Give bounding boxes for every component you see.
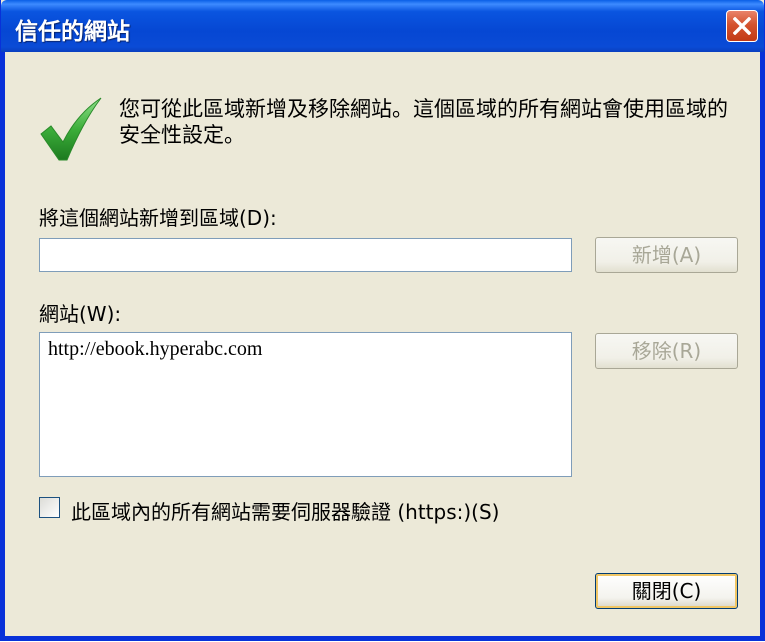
title-bar[interactable]: 信任的網站 [1,0,764,52]
sites-label: 網站(W): [39,302,122,326]
window-border-bottom [1,636,764,640]
trusted-sites-dialog: 信任的網站 您可從此區域新增及移除網站。這個區域的所有網站會使用區域的安全性設定… [0,0,765,641]
add-site-label: 將這個網站新增到區域(D): [39,206,277,230]
list-item[interactable]: http://ebook.hyperabc.com [48,337,563,361]
require-https-checkbox[interactable] [39,497,60,518]
add-button[interactable]: 新增(A) [595,237,738,273]
intro-text: 您可從此區域新增及移除網站。這個區域的所有網站會使用區域的安全性設定。 [119,97,728,147]
checkmark-icon [40,97,102,161]
remove-button[interactable]: 移除(R) [595,333,738,369]
close-window-button[interactable] [726,10,758,42]
window-border-left [1,52,5,640]
add-site-input[interactable] [39,238,572,272]
window-border-right [760,52,764,640]
sites-list[interactable]: http://ebook.hyperabc.com [39,332,572,477]
window-title: 信任的網站 [15,19,130,45]
close-icon [733,17,751,35]
close-button[interactable]: 關閉(C) [595,573,738,609]
require-https-label[interactable]: 此區域內的所有網站需要伺服器驗證 (https:)(S) [71,496,499,525]
